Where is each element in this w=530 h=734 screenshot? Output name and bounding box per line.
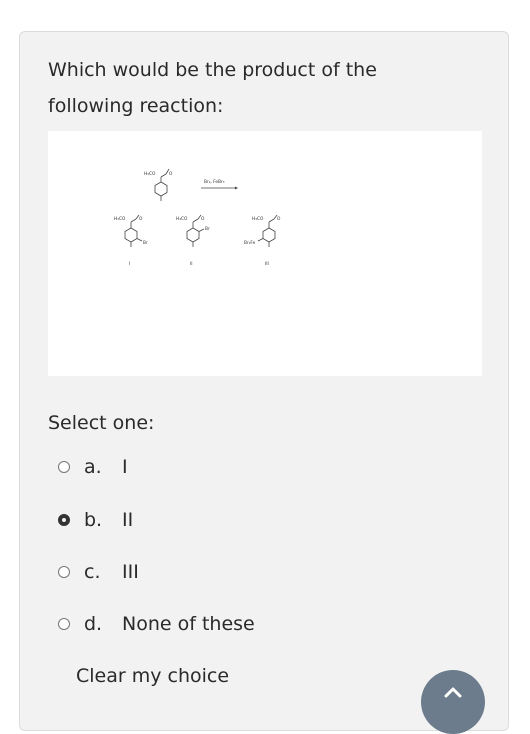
product-III-label: III <box>265 261 269 267</box>
option-label: II <box>122 509 134 531</box>
product-II-group-label: H₃CO <box>176 216 188 222</box>
question-card: Which would be the product of the follow… <box>19 31 509 731</box>
option-letter: c. <box>84 561 101 583</box>
option-letter: a. <box>84 456 102 478</box>
product-II-oxygen-label: O <box>201 216 205 222</box>
option-letter: d. <box>84 613 103 635</box>
radio-button-icon[interactable] <box>58 514 70 526</box>
option-label: III <box>122 561 139 583</box>
reagents-label: Br₂, FeBr₃ <box>204 179 225 185</box>
product-I-label: I <box>129 261 130 267</box>
product-I-group-label: H₃CO <box>114 216 126 222</box>
product-III-group-label: H₃CO <box>252 216 264 222</box>
option-a[interactable]: a. I <box>58 452 128 482</box>
product-III-substituent-label: Br₂Fe <box>244 240 256 246</box>
product-II-label: II <box>190 261 193 267</box>
option-b[interactable]: b. II <box>58 505 133 535</box>
reaction-figure: H₃CO O Br₂, FeBr₃ H₃CO O Br I H₃CO O Br … <box>48 131 482 376</box>
scroll-top-button[interactable] <box>421 670 485 734</box>
product-II-br-label: Br <box>205 226 210 232</box>
radio-button-icon[interactable] <box>58 566 70 578</box>
radio-button-icon[interactable] <box>58 461 70 473</box>
product-III-oxygen-label: O <box>277 216 281 222</box>
option-letter: b. <box>84 509 103 531</box>
reaction-arrowhead <box>235 186 238 190</box>
product-I-oxygen-label: O <box>139 216 143 222</box>
clear-choice-link[interactable]: Clear my choice <box>76 665 229 687</box>
reactant-group-label: H₃CO <box>144 171 156 177</box>
option-label: None of these <box>122 613 255 635</box>
option-d[interactable]: d. None of these <box>58 609 255 639</box>
reactant-molecule <box>154 168 170 201</box>
reaction-scheme-image: H₃CO O Br₂, FeBr₃ H₃CO O Br I H₃CO O Br … <box>114 168 281 267</box>
question-text: Which would be the product of the follow… <box>48 59 377 117</box>
product-I-br-label: Br <box>143 240 148 246</box>
option-label: I <box>122 456 128 478</box>
chevron-up-icon <box>444 687 462 698</box>
option-c[interactable]: c. III <box>58 557 139 587</box>
radio-button-icon[interactable] <box>58 618 70 630</box>
select-one-label: Select one: <box>48 412 155 434</box>
reactant-oxygen-label: O <box>169 171 173 177</box>
